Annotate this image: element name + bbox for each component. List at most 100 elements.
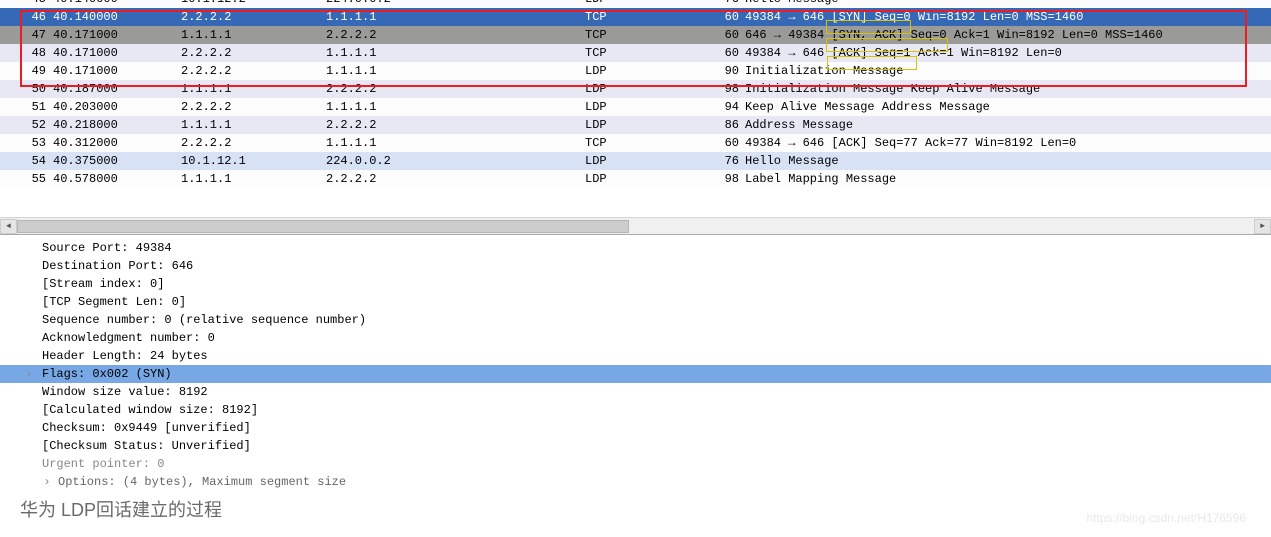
cell-dst: 1.1.1.1	[324, 62, 583, 80]
cell-dst: 2.2.2.2	[324, 80, 583, 98]
cell-time: 40.203000	[51, 98, 179, 116]
detail-urgent-ptr[interactable]: Urgent pointer: 0	[0, 455, 1271, 473]
cell-info: Keep Alive Message Address Message	[743, 98, 1271, 116]
packet-row[interactable]: 4940.1710002.2.2.21.1.1.1LDP90Initializa…	[0, 62, 1271, 80]
cell-time: 40.140000	[51, 8, 179, 26]
cell-src: 1.1.1.1	[179, 80, 324, 98]
cell-no: 51	[0, 98, 51, 116]
cell-src: 1.1.1.1	[179, 170, 324, 188]
cell-dst: 2.2.2.2	[324, 116, 583, 134]
cell-proto: LDP	[583, 0, 698, 8]
cell-dst: 2.2.2.2	[324, 170, 583, 188]
packet-row[interactable]: 5140.2030002.2.2.21.1.1.1LDP94Keep Alive…	[0, 98, 1271, 116]
cell-len: 60	[698, 26, 743, 44]
cell-no: 47	[0, 26, 51, 44]
cell-src: 2.2.2.2	[179, 134, 324, 152]
packet-row[interactable]: 5040.1870001.1.1.12.2.2.2LDP98Initializa…	[0, 80, 1271, 98]
detail-checksum[interactable]: Checksum: 0x9449 [unverified]	[0, 419, 1271, 437]
packet-details-pane[interactable]: Source Port: 49384 Destination Port: 646…	[0, 235, 1271, 520]
detail-flags-text: Flags: 0x002 (SYN)	[42, 367, 172, 381]
image-caption: 华为 LDP回话建立的过程	[20, 496, 222, 522]
cell-len: 60	[698, 134, 743, 152]
cell-no: 53	[0, 134, 51, 152]
cell-time: 40.375000	[51, 152, 179, 170]
cell-info: Initialization Message Keep Alive Messag…	[743, 80, 1271, 98]
cell-info: 646 → 49384 [SYN, ACK] Seq=0 Ack=1 Win=8…	[743, 26, 1271, 44]
cell-time: 40.171000	[51, 44, 179, 62]
cell-dst: 2.2.2.2	[324, 26, 583, 44]
cell-no: 48	[0, 44, 51, 62]
cell-time: 40.218000	[51, 116, 179, 134]
packet-list[interactable]: 4540.14000010.1.12.2224.0.0.2LDP76Hello …	[0, 0, 1271, 188]
detail-seq-num[interactable]: Sequence number: 0 (relative sequence nu…	[0, 311, 1271, 329]
cell-len: 76	[698, 152, 743, 170]
cell-proto: LDP	[583, 152, 698, 170]
cell-info: Address Message	[743, 116, 1271, 134]
cell-proto: LDP	[583, 170, 698, 188]
detail-win-size[interactable]: Window size value: 8192	[0, 383, 1271, 401]
detail-src-port[interactable]: Source Port: 49384	[0, 239, 1271, 257]
cell-proto: TCP	[583, 134, 698, 152]
cell-src: 2.2.2.2	[179, 98, 324, 116]
packet-list-pane: 4540.14000010.1.12.2224.0.0.2LDP76Hello …	[0, 0, 1271, 235]
cell-time: 40.578000	[51, 170, 179, 188]
cell-proto: LDP	[583, 98, 698, 116]
cell-info: 49384 → 646 [SYN] Seq=0 Win=8192 Len=0 M…	[743, 8, 1271, 26]
cell-src: 1.1.1.1	[179, 116, 324, 134]
cell-len: 60	[698, 44, 743, 62]
packet-hscroll[interactable]: ◄ ►	[0, 217, 1271, 234]
cell-proto: LDP	[583, 116, 698, 134]
chevron-right-icon[interactable]: ›	[40, 473, 54, 491]
detail-stream-index[interactable]: [Stream index: 0]	[0, 275, 1271, 293]
cell-len: 86	[698, 116, 743, 134]
cell-no: 49	[0, 62, 51, 80]
detail-options[interactable]: › Options: (4 bytes), Maximum segment siz…	[0, 473, 1271, 491]
detail-calc-win[interactable]: [Calculated window size: 8192]	[0, 401, 1271, 419]
detail-dst-port[interactable]: Destination Port: 646	[0, 257, 1271, 275]
cell-time: 40.171000	[51, 26, 179, 44]
detail-options-text: Options: (4 bytes), Maximum segment size	[58, 475, 346, 489]
cell-len: 76	[698, 0, 743, 8]
cell-src: 2.2.2.2	[179, 44, 324, 62]
packet-row[interactable]: 4840.1710002.2.2.21.1.1.1TCP6049384 → 64…	[0, 44, 1271, 62]
hscroll-right-arrow-icon[interactable]: ►	[1254, 219, 1271, 234]
cell-src: 1.1.1.1	[179, 26, 324, 44]
detail-checksum-status[interactable]: [Checksum Status: Unverified]	[0, 437, 1271, 455]
cell-dst: 1.1.1.1	[324, 134, 583, 152]
hscroll-left-arrow-icon[interactable]: ◄	[0, 219, 17, 234]
detail-flags[interactable]: › Flags: 0x002 (SYN)	[0, 365, 1271, 383]
cell-no: 54	[0, 152, 51, 170]
cell-time: 40.140000	[51, 0, 179, 8]
cell-no: 45	[0, 0, 51, 8]
packet-row[interactable]: 4640.1400002.2.2.21.1.1.1TCP6049384 → 64…	[0, 8, 1271, 26]
packet-row[interactable]: 5240.2180001.1.1.12.2.2.2LDP86Address Me…	[0, 116, 1271, 134]
detail-seg-len[interactable]: [TCP Segment Len: 0]	[0, 293, 1271, 311]
cell-time: 40.312000	[51, 134, 179, 152]
detail-ack-num[interactable]: Acknowledgment number: 0	[0, 329, 1271, 347]
cell-src: 2.2.2.2	[179, 62, 324, 80]
cell-proto: LDP	[583, 62, 698, 80]
hscroll-thumb[interactable]	[17, 220, 629, 233]
packet-row[interactable]: 5540.5780001.1.1.12.2.2.2LDP98Label Mapp…	[0, 170, 1271, 188]
packet-row[interactable]: 4540.14000010.1.12.2224.0.0.2LDP76Hello …	[0, 0, 1271, 8]
cell-len: 60	[698, 8, 743, 26]
packet-row[interactable]: 5340.3120002.2.2.21.1.1.1TCP6049384 → 64…	[0, 134, 1271, 152]
cell-src: 10.1.12.1	[179, 152, 324, 170]
chevron-right-icon[interactable]: ›	[22, 365, 36, 383]
cell-len: 98	[698, 170, 743, 188]
hscroll-track[interactable]	[17, 219, 1254, 234]
cell-info: Label Mapping Message	[743, 170, 1271, 188]
cell-info: Hello Message	[743, 0, 1271, 8]
cell-dst: 1.1.1.1	[324, 8, 583, 26]
cell-info: Initialization Message	[743, 62, 1271, 80]
cell-time: 40.187000	[51, 80, 179, 98]
cell-proto: LDP	[583, 80, 698, 98]
cell-proto: TCP	[583, 8, 698, 26]
cell-time: 40.171000	[51, 62, 179, 80]
cell-no: 52	[0, 116, 51, 134]
cell-len: 94	[698, 98, 743, 116]
packet-row[interactable]: 5440.37500010.1.12.1224.0.0.2LDP76Hello …	[0, 152, 1271, 170]
detail-header-len[interactable]: Header Length: 24 bytes	[0, 347, 1271, 365]
packet-row[interactable]: 4740.1710001.1.1.12.2.2.2TCP60646 → 4938…	[0, 26, 1271, 44]
cell-dst: 224.0.0.2	[324, 152, 583, 170]
